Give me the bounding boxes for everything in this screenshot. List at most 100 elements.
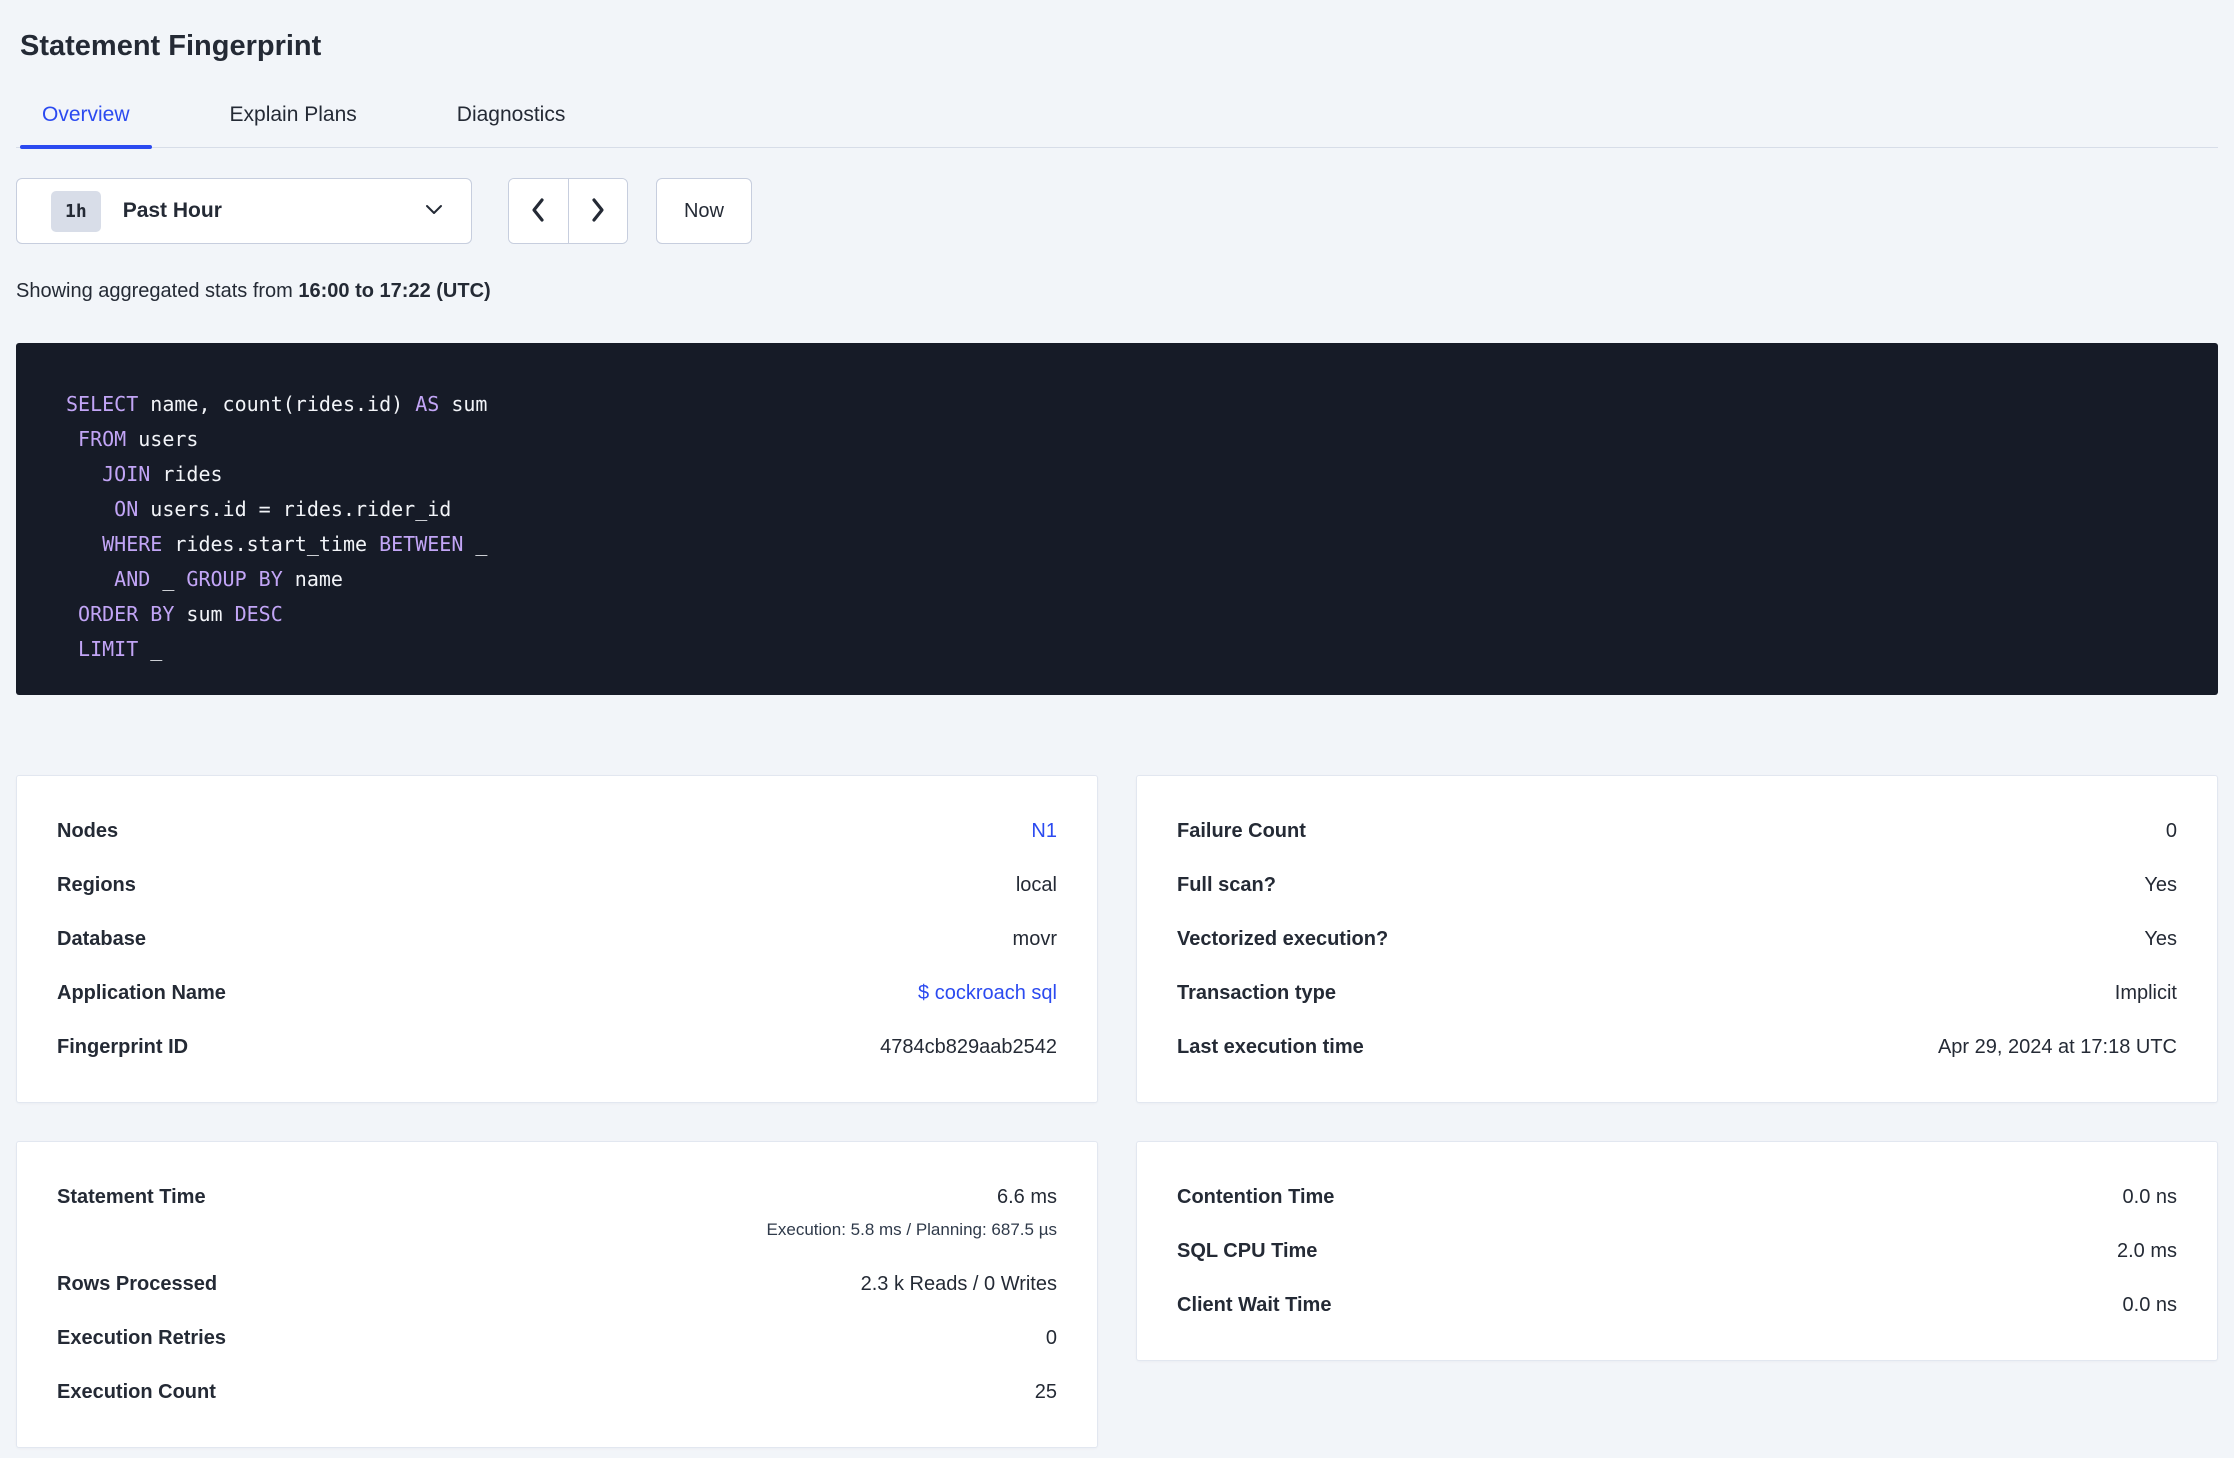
sql-line: WHERE rides.start_time BETWEEN _ [102, 532, 488, 556]
row-value: 6.6 ms [996, 1186, 1057, 1208]
now-button[interactable]: Now [656, 178, 752, 244]
tab-bar: Overview Explain Plans Diagnostics [16, 102, 2218, 149]
sql-line: AND _ GROUP BY name [114, 567, 343, 591]
row-value-wrap: Implicit [2115, 980, 2177, 1006]
row-label: Last execution time [1177, 1036, 1364, 1058]
row-value: Yes [2144, 874, 2177, 896]
stats-summary-prefix: Showing aggregated stats from [16, 280, 299, 302]
card-row: Contention Time 0.0 ns [1177, 1184, 2177, 1210]
card-row: Application Name $ cockroach sql [57, 980, 1057, 1006]
row-label: Database [57, 928, 146, 950]
sql-keyword: SELECT [66, 392, 139, 416]
row-value-wrap: 2.3 k Reads / 0 Writes [861, 1271, 1057, 1297]
row-label: Execution Count [57, 1381, 216, 1403]
row-value-wrap: Apr 29, 2024 at 17:18 UTC [1938, 1034, 2177, 1060]
row-label: Application Name [57, 982, 226, 1004]
row-value: 4784cb829aab2542 [880, 1036, 1057, 1058]
row-label: Regions [57, 874, 136, 896]
row-value-wrap: 25 [1035, 1379, 1057, 1405]
row-value: 2.3 k Reads / 0 Writes [860, 1273, 1057, 1295]
sql-keyword: ON [114, 497, 139, 521]
row-label: SQL CPU Time [1177, 1240, 1318, 1262]
details-card-left: Nodes N1 Regions local Database movr Applicati… [16, 775, 1098, 1103]
sql-keyword: BETWEEN [379, 532, 464, 556]
sql-line: ON users.id = rides.rider_id [114, 497, 452, 521]
time-range-dropdown[interactable]: 1h Past Hour [16, 178, 472, 244]
prev-time-button[interactable] [509, 179, 568, 243]
card-row: SQL CPU Time 2.0 ms [1177, 1238, 2177, 1264]
row-label: Execution Retries [57, 1327, 226, 1349]
sql-keyword: JOIN [102, 462, 151, 486]
sql-keyword: ORDER BY [78, 602, 175, 626]
sql-keyword: LIMIT [78, 637, 139, 661]
row-subvalue: Execution: 5.8 ms / Planning: 687.5 µs [766, 1220, 1057, 1239]
tab-explain-plans[interactable]: Explain Plans [208, 102, 379, 147]
row-value-wrap: 0.0 ns [2123, 1292, 2177, 1318]
row-value-wrap: $ cockroach sql [918, 980, 1057, 1006]
sql-line: SELECT name, count(rides.id) AS sum [66, 392, 488, 416]
row-value-link[interactable]: N1 [1031, 818, 1057, 844]
row-value-wrap: Yes [2144, 872, 2177, 898]
row-label: Contention Time [1177, 1186, 1335, 1208]
card-row: Transaction type Implicit [1177, 980, 2177, 1006]
card-row: Execution Count 25 [57, 1379, 1057, 1405]
card-row: Failure Count 0 [1177, 818, 2177, 844]
stats-card-right: Contention Time 0.0 ns SQL CPU Time 2.0 ms C… [1136, 1141, 2218, 1361]
row-value: movr [1012, 928, 1057, 950]
card-row: Nodes N1 [57, 818, 1057, 844]
row-value: 2.0 ms [2116, 1240, 2177, 1262]
row-label: Failure Count [1177, 820, 1306, 842]
card-row: Regions local [57, 872, 1057, 898]
row-value-wrap: N1 [1031, 818, 1057, 844]
time-nav-group [508, 178, 628, 244]
card-row: Database movr [57, 926, 1057, 952]
row-value-wrap: Yes [2144, 926, 2177, 952]
stats-summary: Showing aggregated stats from 16:00 to 1… [16, 278, 2218, 305]
row-value: Implicit [2114, 982, 2177, 1004]
row-value-wrap: local [1016, 872, 1057, 898]
tab-diagnostics[interactable]: Diagnostics [435, 102, 588, 147]
row-value-wrap: movr [1013, 926, 1057, 952]
chevron-left-icon [529, 196, 547, 227]
row-label: Vectorized execution? [1177, 928, 1389, 950]
sql-keyword: DESC [234, 602, 283, 626]
row-value: Yes [2144, 928, 2177, 950]
sql-line: ORDER BY sum DESC [78, 602, 283, 626]
sql-line: JOIN rides [102, 462, 223, 486]
chevron-down-icon [425, 202, 443, 220]
row-value: 0.0 ns [2122, 1186, 2177, 1208]
cards-grid: Nodes N1 Regions local Database movr Applicati… [16, 775, 2218, 1448]
card-row: Full scan? Yes [1177, 872, 2177, 898]
details-card-right: Failure Count 0 Full scan? Yes Vectorized ex… [1136, 775, 2218, 1103]
chevron-right-icon [589, 196, 607, 227]
sql-line: FROM users [78, 427, 199, 451]
row-label: Transaction type [1177, 982, 1336, 1004]
row-value: Apr 29, 2024 at 17:18 UTC [1937, 1036, 2177, 1058]
row-value-wrap: 0 [2166, 818, 2177, 844]
tab-overview[interactable]: Overview [20, 102, 152, 149]
next-time-button[interactable] [567, 179, 627, 243]
card-row: Last execution time Apr 29, 2024 at 17:18… [1177, 1034, 2177, 1060]
row-value-wrap: 2.0 ms [2117, 1238, 2177, 1264]
row-label: Full scan? [1177, 874, 1276, 896]
row-value: 0 [2165, 820, 2177, 842]
row-value-wrap: 0 [1046, 1325, 1057, 1351]
statement-sql-box: SELECT name, count(rides.id) AS sum FROM… [16, 343, 2218, 695]
stats-card-left: Statement Time 6.6 ms Execution: 5.8 ms / … [16, 1141, 1098, 1448]
row-label: Rows Processed [57, 1273, 218, 1295]
row-value-link[interactable]: $ cockroach sql [918, 980, 1057, 1006]
time-range-label: Past Hour [122, 199, 222, 222]
sql-keyword: GROUP BY [186, 567, 283, 591]
card-row: Client Wait Time 0.0 ns [1177, 1292, 2177, 1318]
row-label: Fingerprint ID [57, 1036, 189, 1058]
row-value: 0.0 ns [2122, 1294, 2177, 1316]
sql-keyword: FROM [78, 427, 127, 451]
row-value-wrap: 4784cb829aab2542 [880, 1034, 1057, 1060]
sql-keyword: AND [114, 567, 151, 591]
row-value: local [1015, 874, 1057, 896]
card-row: Vectorized execution? Yes [1177, 926, 2177, 952]
sql-keyword: WHERE [102, 532, 163, 556]
card-row: Rows Processed 2.3 k Reads / 0 Writes [57, 1271, 1057, 1297]
card-row: Statement Time 6.6 ms Execution: 5.8 ms / … [57, 1184, 1057, 1243]
row-label: Client Wait Time [1177, 1294, 1332, 1316]
